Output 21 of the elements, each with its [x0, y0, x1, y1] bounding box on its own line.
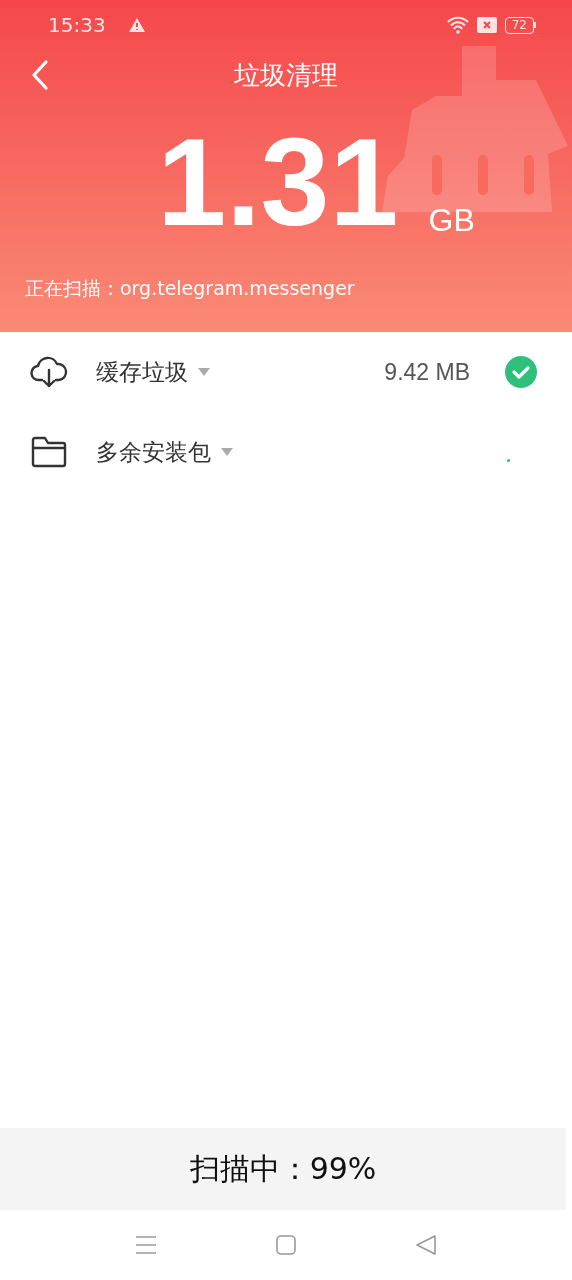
- warning-icon: [127, 17, 146, 33]
- page-title: 垃圾清理: [234, 58, 338, 92]
- back-icon[interactable]: [30, 59, 50, 91]
- junk-size-unit: GB: [428, 202, 475, 238]
- category-label[interactable]: 多余安装包: [96, 436, 211, 468]
- cloud-download-icon: [30, 354, 68, 390]
- battery-indicator: 72: [504, 16, 536, 34]
- folder-icon: [30, 436, 68, 468]
- menu-icon[interactable]: [136, 1235, 156, 1255]
- home-icon[interactable]: [276, 1235, 296, 1255]
- caret-icon[interactable]: [221, 448, 233, 456]
- back-nav-icon[interactable]: [416, 1235, 436, 1255]
- status-time: 15:33: [48, 13, 106, 37]
- scan-progress-text: 扫描中：99%: [0, 1128, 566, 1210]
- caret-icon[interactable]: [198, 368, 210, 376]
- category-label[interactable]: 缓存垃圾: [96, 356, 188, 388]
- size-value: 9.42 MB: [384, 358, 470, 386]
- wifi-icon: [446, 16, 469, 34]
- scanning-status-text: 正在扫描：org.telegram.messenger: [25, 276, 356, 301]
- junk-size-value: 1.31: [157, 124, 399, 240]
- no-sim-icon: [476, 17, 497, 33]
